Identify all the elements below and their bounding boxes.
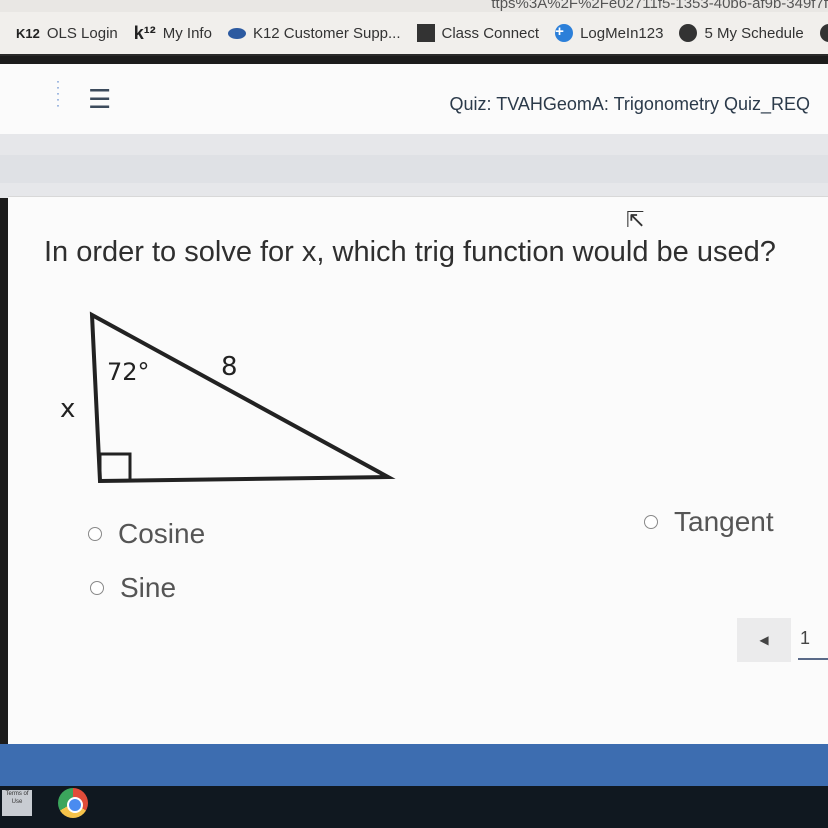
bookmark-label: My Info [162,24,212,42]
schedule-icon [679,24,698,42]
header-band-stripe [0,155,828,183]
k12-logo-icon: K12 [16,25,40,41]
bookmark-label: OLS Login [46,24,118,42]
app-header: · · · · · ☰ Quiz: TVAHGeomA: Trigonometry Qu… [0,64,828,134]
previous-page-button[interactable]: ◀ [737,618,791,662]
angle-label: 72° [107,358,150,386]
bookmark-label: K12 Customer Supp... [252,24,401,42]
hypotenuse-label: 8 [221,352,238,382]
bookmark-my-info[interactable]: k¹² My Info [134,23,212,44]
triangle-shape [89,311,396,484]
chevron-left-icon: ◀ [759,633,769,647]
bookmarks-bar: K12 OLS Login k¹² My Info K12 Customer S… [0,12,828,56]
class-connect-icon [416,24,435,42]
choice-sine[interactable]: Sine [90,572,176,604]
bookmark-label: Class Connect [441,24,540,42]
hamburger-menu-icon[interactable]: ☰ [88,84,111,115]
vertical-dots-icon[interactable]: · · · · · [56,75,60,111]
radio-button[interactable] [90,581,104,595]
chrome-icon[interactable] [58,788,88,818]
choice-label: Sine [120,572,177,603]
taskbar [0,786,828,828]
quiz-title: Quiz: TVAHGeomA: Trigonometry Quiz_REQ [449,94,810,114]
radio-button[interactable] [88,527,102,541]
page-number[interactable]: 1 [800,628,810,649]
choice-label: Cosine [118,518,206,549]
overflow-icon [819,24,828,42]
right-angle-marker [98,452,132,483]
radio-button[interactable] [644,515,658,529]
bookmark-k12-customer-support[interactable]: K12 Customer Supp... [227,24,401,42]
side-x-label: x [60,394,75,424]
bookmark-class-connect[interactable]: Class Connect [416,24,540,42]
choice-tangent[interactable]: Tangent [644,506,774,538]
cloud-icon [227,27,246,39]
choice-label: Tangent [674,506,774,537]
question-text: In order to solve for x, which trig func… [44,236,776,268]
choice-cosine[interactable]: Cosine [88,518,205,550]
bookmark-ols-login[interactable]: K12 OLS Login [16,25,118,42]
url-bar[interactable]: ttps%3A%2F%2Fe02711f5-1353-40b6-af9b-349… [0,0,828,12]
bookmark-logmein123[interactable]: + LogMeIn123 [555,24,663,42]
footer-band [0,744,828,786]
bookmark-label: LogMeIn123 [580,24,664,42]
terms-of-use-link[interactable]: Terms of Use [2,790,32,816]
page-indicator [798,658,828,660]
bookmark-label: 5 My Schedule [704,24,804,42]
triangle-figure: 72° 8 x [60,311,396,484]
k12-k-icon: k¹² [133,22,156,43]
mouse-cursor-icon: ⇱ [626,207,645,232]
plus-circle-icon: + [555,24,574,42]
url-text: ttps%3A%2F%2Fe02711f5-1353-40b6-af9b-349… [491,0,828,12]
bookmark-my-schedule[interactable]: 5 My Schedule [679,24,804,42]
bookmark-more[interactable] [819,24,828,42]
